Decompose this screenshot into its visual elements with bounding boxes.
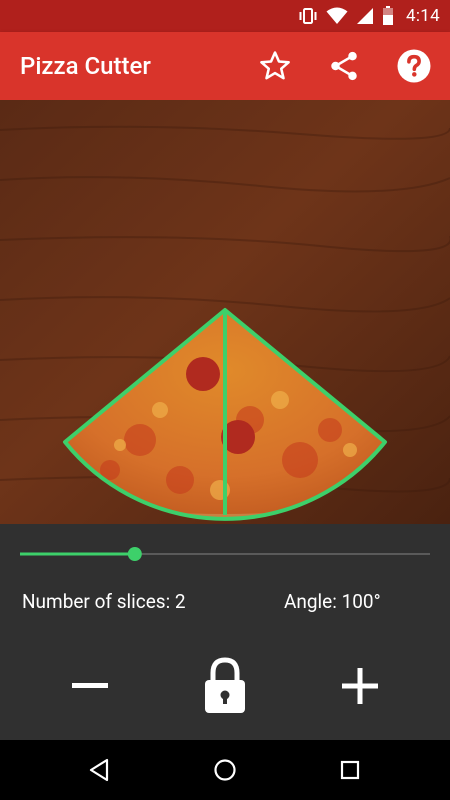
battery-icon [383,6,394,25]
help-button[interactable] [392,44,436,88]
plus-icon [342,668,378,704]
home-icon [214,759,236,781]
signal-icon [357,8,374,24]
pepperoni [186,357,220,391]
share-button[interactable] [322,44,366,88]
navigation-bar [0,740,450,800]
lock-icon [205,657,245,713]
status-bar: 4:14 [0,0,450,32]
back-icon [89,758,109,782]
minus-icon [72,683,108,688]
slider-thumb[interactable] [127,547,142,561]
angle-slider[interactable] [20,538,430,570]
recents-button[interactable] [328,748,372,792]
vibrate-icon [299,8,317,24]
favorite-button[interactable] [253,44,297,88]
increase-slices-button[interactable] [328,652,392,720]
share-icon [331,51,357,81]
angle-label: Angle: 100° [284,590,381,613]
wifi-icon [326,7,348,24]
pizza-canvas[interactable] [0,100,450,524]
back-button[interactable] [78,748,122,792]
app-title: Pizza Cutter [20,52,151,80]
slices-label: Number of slices: 2 [22,590,186,613]
home-button[interactable] [203,748,247,792]
status-time: 4:14 [406,6,440,26]
lock-angle-button[interactable] [193,652,257,720]
star-icon [260,51,290,80]
status-icons: 4:14 [298,0,440,32]
controls-panel: Number of slices: 2 Angle: 100° [0,524,450,740]
help-icon [397,49,431,83]
decrease-slices-button[interactable] [58,652,122,720]
pizza-canvas-svg [0,100,450,524]
app-bar: Pizza Cutter [0,32,450,100]
recents-icon [340,760,360,780]
